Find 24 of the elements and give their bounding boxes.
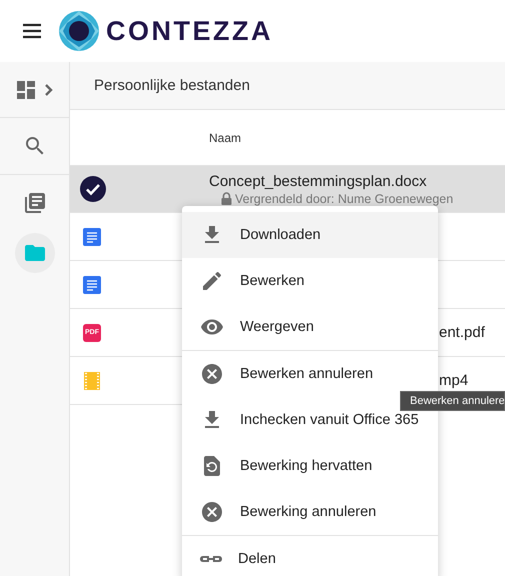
pencil-icon xyxy=(200,269,224,293)
menu-item[interactable]: Bewerken xyxy=(182,258,438,304)
file-name: mp4 xyxy=(439,372,468,389)
cancel-icon xyxy=(200,362,224,386)
checked-circle-icon[interactable] xyxy=(80,176,106,202)
library-icon[interactable] xyxy=(22,191,46,215)
file-row[interactable]: Concept_bestemmingsplan.docx Vergrendeld door: Nume Groenewegen xyxy=(70,165,505,213)
menu-item[interactable]: Weergeven xyxy=(182,304,438,350)
file-name: Concept_bestemmingsplan.docx xyxy=(209,172,427,190)
file-name: ent.pdf xyxy=(439,324,485,341)
gem-logo-icon xyxy=(58,10,100,52)
menu-item[interactable]: Bewerking annuleren xyxy=(182,489,438,535)
tooltip: Bewerken annulere xyxy=(400,391,505,411)
menu-item[interactable]: Bewerken annuleren xyxy=(182,351,438,397)
brand-name: CONTEZZA xyxy=(106,16,273,46)
breadcrumb[interactable]: Persoonlijke bestanden xyxy=(70,62,505,110)
cancel-icon xyxy=(200,500,224,524)
column-header[interactable]: Naam xyxy=(209,130,242,144)
menu-item[interactable]: Downloaden xyxy=(182,212,438,258)
lock-icon xyxy=(221,192,232,205)
lock-status: Vergrendeld door: Nume Groenewegen xyxy=(235,192,454,206)
menu-item[interactable]: Bewerking hervatten xyxy=(182,443,438,489)
menu-item[interactable]: Delen xyxy=(182,536,438,576)
dashboard-icon[interactable] xyxy=(16,80,54,100)
